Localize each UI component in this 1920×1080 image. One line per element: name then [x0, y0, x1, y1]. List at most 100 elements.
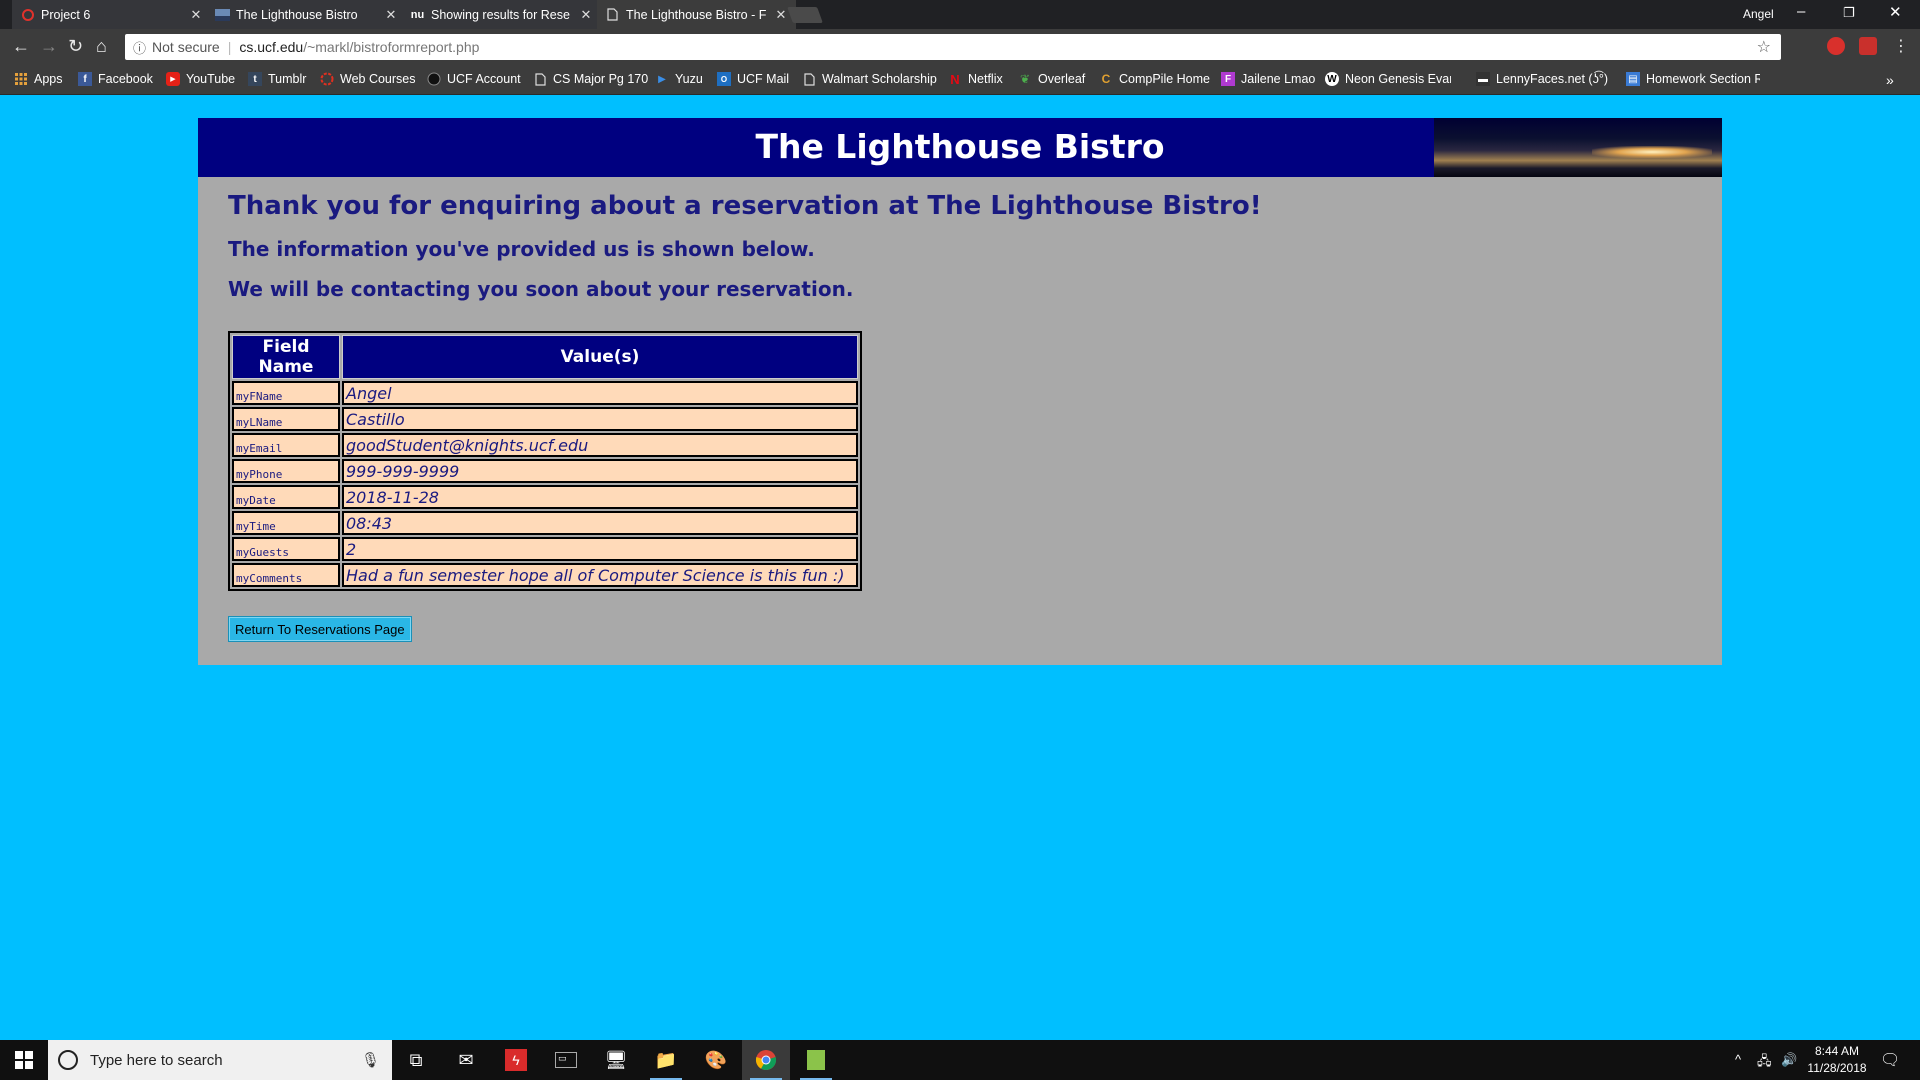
comppile-icon: C	[1101, 72, 1111, 86]
field-value: 999-999-9999	[342, 459, 858, 483]
bookmark-label: Walmart Scholarship	[822, 72, 937, 86]
close-icon[interactable]: ✕	[384, 7, 398, 23]
bookmark-web-courses[interactable]: Web Courses	[320, 72, 416, 86]
bookmark-apps[interactable]: Apps	[14, 72, 63, 86]
file-explorer-icon[interactable]: 📁	[642, 1040, 690, 1080]
field-name: myLName	[232, 407, 340, 431]
field-value: Had a fun semester hope all of Computer …	[342, 563, 858, 587]
tab-label: Showing results for Rese	[431, 7, 570, 22]
table-row: myDate 2018-11-28	[232, 485, 858, 509]
close-icon[interactable]: ✕	[579, 7, 593, 23]
bookmark-jailene[interactable]: F Jailene Lmao	[1221, 72, 1315, 86]
forward-icon[interactable]: →	[40, 36, 58, 57]
start-button[interactable]	[0, 1040, 48, 1080]
restore-icon[interactable]: ❐	[1843, 5, 1855, 21]
field-value: Castillo	[342, 407, 858, 431]
bookmark-ucf-mail[interactable]: O UCF Mail	[717, 72, 789, 86]
menu-icon[interactable]: ⋮	[1893, 36, 1909, 56]
bookmark-lennyfaces[interactable]: ▬ LennyFaces.net (ʖ͡°)	[1476, 72, 1608, 86]
tab-showing-results[interactable]: nu Showing results for Rese ✕	[402, 0, 602, 29]
microphone-icon[interactable]: 🎙	[361, 1051, 380, 1069]
bookmark-yuzu[interactable]: ▶ Yuzu	[655, 72, 703, 86]
field-name: myEmail	[232, 433, 340, 457]
reload-icon[interactable]: ↻	[68, 36, 83, 57]
clock-time: 8:44 AM	[1814, 1044, 1860, 1058]
mail-icon[interactable]: ✉	[442, 1040, 490, 1080]
more-bookmarks-icon[interactable]: »	[1886, 72, 1894, 88]
back-icon[interactable]: ←	[12, 36, 30, 57]
bookmark-label: Jailene Lmao	[1241, 72, 1316, 86]
field-name: myGuests	[232, 537, 340, 561]
bookmark-label: Web Courses	[340, 72, 416, 86]
info-message: The information you've provided us is sh…	[228, 237, 815, 261]
minimize-icon[interactable]: –	[1797, 3, 1805, 20]
purple-square-icon: F	[1221, 72, 1235, 86]
contact-message: We will be contacting you soon about you…	[228, 277, 854, 301]
volume-icon[interactable]: 🔊	[1781, 1052, 1797, 1068]
network-icon[interactable]: 🖧	[1757, 1052, 1772, 1074]
paint-icon[interactable]: 🎨	[692, 1040, 740, 1080]
overleaf-icon: ❦	[1019, 72, 1031, 86]
bookmark-tumblr[interactable]: t Tumblr	[248, 72, 306, 86]
table-row: myComments Had a fun semester hope all o…	[232, 563, 858, 587]
security-status: Not secure	[152, 39, 220, 55]
address-bar[interactable]: ⓘ Not secure | cs.ucf.edu /~markl/bistro…	[125, 34, 1781, 60]
window-close-icon[interactable]: ✕	[1889, 3, 1902, 21]
youtube-icon: ▶	[166, 72, 180, 86]
field-name: myDate	[232, 485, 340, 509]
system-clock[interactable]: 8:44 AM 11/28/2018	[1800, 1043, 1874, 1077]
document-icon	[802, 72, 816, 86]
tab-project-6[interactable]: Project 6 ✕	[12, 0, 212, 29]
table-row: myEmail goodStudent@knights.ucf.edu	[232, 433, 858, 457]
bookmark-comppile[interactable]: C CompPile Home	[1099, 72, 1210, 86]
profile-name[interactable]: Angel	[1743, 7, 1774, 21]
remote-desktop-icon[interactable]: 🖥	[592, 1040, 640, 1080]
close-icon[interactable]: ✕	[189, 7, 203, 23]
banner: The Lighthouse Bistro	[198, 118, 1722, 177]
web-courses-icon	[320, 72, 334, 86]
taskbar: Type here to search 🎙 ⧉ ✉ ϟ ▭ 🖥 📁 🎨 ^ 🖧 …	[0, 1040, 1920, 1080]
bookmark-ucf-account[interactable]: UCF Account	[427, 72, 521, 86]
chrome-icon[interactable]	[742, 1040, 790, 1080]
bookmark-walmart-scholarship[interactable]: Walmart Scholarship	[802, 72, 937, 86]
bookmark-label: CompPile Home	[1119, 72, 1211, 86]
bookmark-label: Neon Genesis Evange	[1345, 72, 1451, 86]
bookmark-overleaf[interactable]: ❦ Overleaf	[1018, 72, 1085, 86]
extension-red-icon[interactable]	[1859, 37, 1877, 55]
bookmark-label: UCF Account	[447, 72, 521, 86]
close-icon[interactable]: ✕	[774, 7, 788, 23]
field-value: 2018-11-28	[342, 485, 858, 509]
navigation-bar: ← → ↻ ⌂ ⓘ Not secure | cs.ucf.edu /~mark…	[0, 29, 1920, 66]
task-view-icon[interactable]: ⧉	[392, 1040, 440, 1080]
bookmark-label: Netflix	[968, 72, 1003, 86]
info-icon[interactable]: ⓘ	[133, 38, 146, 57]
terminal-icon[interactable]: ▭	[542, 1040, 590, 1080]
return-to-reservations-button[interactable]: Return To Reservations Page	[228, 616, 412, 642]
show-hidden-icons[interactable]: ^	[1735, 1052, 1741, 1067]
bookmark-youtube[interactable]: ▶ YouTube	[166, 72, 235, 86]
tumblr-icon: t	[248, 72, 262, 86]
bookmark-homework[interactable]: ▤ Homework Section R	[1626, 72, 1760, 86]
taskbar-search[interactable]: Type here to search 🎙	[48, 1040, 392, 1080]
bookmark-facebook[interactable]: f Facebook	[78, 72, 153, 86]
netflix-icon: N	[950, 71, 960, 87]
extension-opera-icon[interactable]	[1827, 37, 1845, 55]
bookmark-neon-genesis[interactable]: W Neon Genesis Evange	[1325, 72, 1451, 86]
tab-lighthouse-bistro[interactable]: The Lighthouse Bistro ✕	[207, 0, 407, 29]
page-container: The Lighthouse Bistro Thank you for enqu…	[198, 118, 1722, 665]
bookmark-netflix[interactable]: N Netflix	[948, 71, 1003, 87]
table-header-row: Field Name Value(s)	[232, 335, 858, 379]
home-icon[interactable]: ⌂	[96, 36, 107, 57]
notepad-icon[interactable]	[792, 1040, 840, 1080]
tab-lighthouse-bistro-form[interactable]: The Lighthouse Bistro - F ✕	[597, 0, 797, 29]
new-tab-button[interactable]	[787, 7, 823, 23]
ucf-pegasus-icon	[427, 72, 441, 86]
flash-app-icon[interactable]: ϟ	[492, 1040, 540, 1080]
bookmark-label: Apps	[34, 72, 63, 86]
nu-icon: nu	[410, 8, 425, 21]
action-center-icon[interactable]: 🗨	[1880, 1050, 1900, 1070]
bookmark-cs-major[interactable]: CS Major Pg 170	[533, 72, 648, 86]
clock-date: 11/28/2018	[1807, 1061, 1867, 1075]
table-row: myFName Angel	[232, 381, 858, 405]
bookmark-star-icon[interactable]: ☆	[1757, 37, 1771, 57]
